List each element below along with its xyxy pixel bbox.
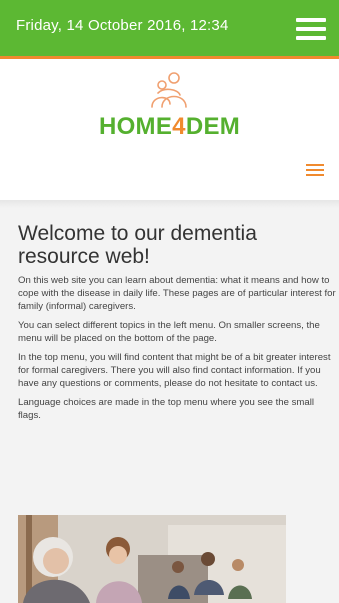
menu-info-paragraph: You can select different topics in the l… [18,320,320,344]
section-divider [0,200,339,208]
hamburger-icon[interactable] [296,18,326,40]
top-bar: Friday, 14 October 2016, 12:34 [0,0,339,56]
page-title: Welcome to our dementia resource web! [18,222,257,268]
site-header: HOME4DEM [0,59,339,200]
family-figures-icon [151,72,187,108]
logo-text-home: HOME [98,113,173,140]
top-menu-paragraph: In the top menu, you will find content t… [18,352,331,389]
logo-text-dem: DEM [185,113,241,140]
site-logo[interactable]: HOME4DEM [0,113,339,141]
logo-text-4: 4 [172,113,186,140]
intro-paragraph: On this web site you can learn about dem… [18,275,336,312]
family-photo [18,515,286,603]
menu-toggle-icon[interactable] [306,164,324,177]
date-time-display: Friday, 14 October 2016, 12:34 [16,17,229,34]
language-paragraph: Language choices are made in the top men… [18,397,314,421]
